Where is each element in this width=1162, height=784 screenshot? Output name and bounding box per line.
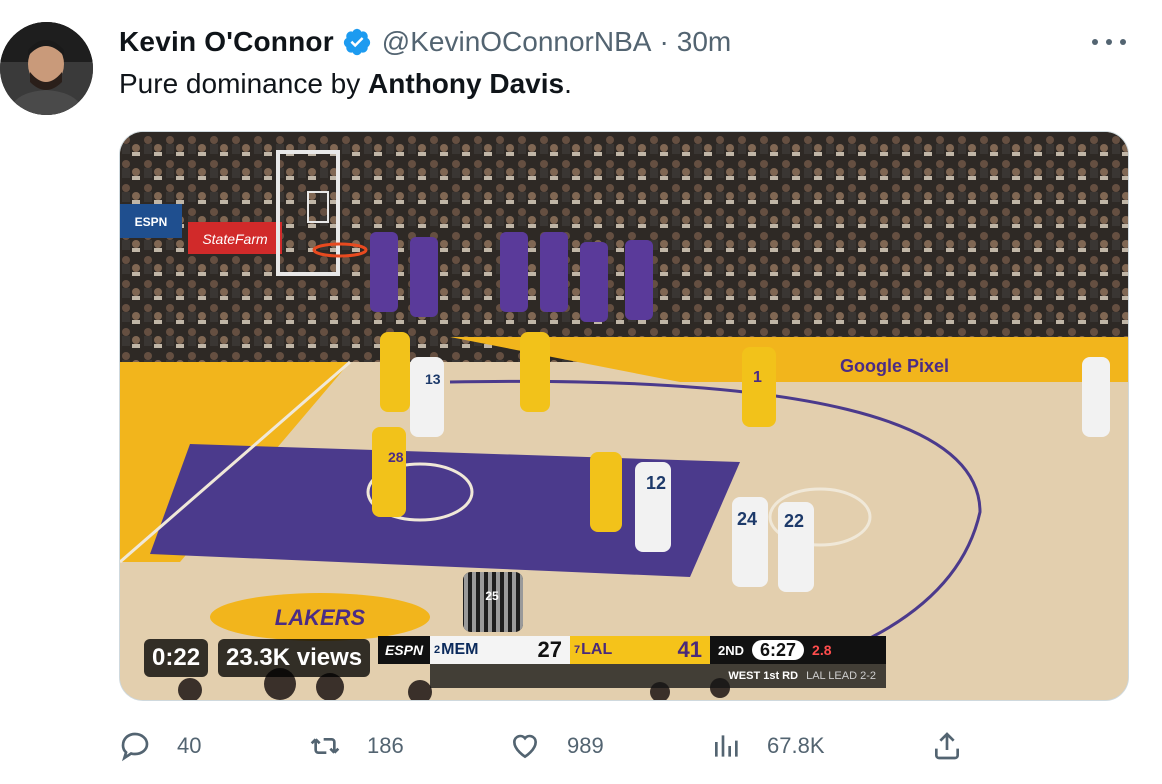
scorebug-home: 7 LAL 41: [570, 636, 710, 664]
avatar[interactable]: [0, 22, 93, 115]
like-button[interactable]: 989: [509, 728, 604, 764]
series-lead: LAL LEAD 2-2: [806, 670, 876, 682]
home-seed: 7: [574, 644, 581, 656]
ref-number: 25: [485, 589, 499, 603]
shot-clock: 2.8: [812, 642, 832, 658]
like-count: 989: [567, 733, 604, 758]
views-count: 67.8K: [767, 733, 825, 758]
jersey-28: 28: [388, 449, 404, 465]
video-duration: 0:22: [144, 639, 209, 677]
jersey-1: 1: [753, 369, 762, 386]
scorebug-clock: 2ND 6:27 2.8: [710, 636, 886, 664]
handle[interactable]: @KevinOConnorNBA: [382, 26, 652, 58]
svg-text:LAKERS: LAKERS: [275, 605, 366, 630]
verified-icon: [342, 27, 372, 57]
share-icon: [935, 732, 959, 760]
scorebug-away: 2 MEM 27: [430, 636, 570, 664]
jersey-24: 24: [737, 509, 757, 529]
jersey-12: 12: [646, 473, 666, 493]
series-round: WEST 1st RD: [728, 670, 799, 682]
game-clock: 6:27: [752, 640, 805, 660]
reply-icon: [121, 732, 149, 762]
scorebug-network: ESPN: [378, 636, 430, 664]
video-views: 23.3K views: [218, 639, 371, 677]
quarter: 2ND: [718, 642, 745, 658]
home-team: LAL: [581, 641, 613, 658]
jersey-22: 22: [784, 511, 804, 531]
away-team: MEM: [441, 641, 479, 658]
tweet-text: Pure dominance by Anthony Davis.: [119, 68, 572, 100]
timestamp[interactable]: 30m: [677, 26, 731, 58]
like-icon: [512, 734, 538, 759]
action-bar: 40 186 989 67.8K: [119, 728, 1129, 764]
video-player[interactable]: ESPN StateFarm Google Pixel LAKERS 28 1 …: [119, 131, 1129, 701]
share-button[interactable]: [931, 728, 963, 764]
video-badges: 0:22 23.3K views: [144, 639, 371, 677]
reply-count: 40: [177, 733, 202, 758]
tweet-text-prefix: Pure dominance by: [119, 68, 369, 99]
scoreboard-sign: ESPN: [135, 215, 168, 229]
tweet-text-suffix: .: [564, 68, 572, 99]
mention-bold: Anthony Davis: [368, 68, 565, 99]
statefarm-sign: StateFarm: [202, 231, 268, 247]
home-score: 41: [677, 637, 702, 662]
display-name[interactable]: Kevin O'Connor: [119, 26, 334, 58]
video-frame: ESPN StateFarm Google Pixel LAKERS 28 1 …: [120, 132, 1128, 700]
baseline-ad: Google Pixel: [840, 356, 949, 376]
retweet-icon: [310, 738, 340, 754]
reply-button[interactable]: 40: [119, 728, 201, 764]
scorebug: ESPN 2 MEM 27 7 LAL 41 2ND 6:27 2.8 WEST…: [378, 636, 886, 688]
retweet-count: 186: [367, 733, 404, 758]
tweet-header: Kevin O'Connor @KevinOConnorNBA · 30m: [119, 24, 731, 60]
views-icon: [715, 735, 738, 757]
scorebug-series: WEST 1st RD LAL LEAD 2-2: [430, 664, 886, 688]
separator: ·: [659, 26, 669, 57]
retweet-button[interactable]: 186: [309, 728, 404, 764]
views-button[interactable]: 67.8K: [711, 728, 825, 764]
tweet: Kevin O'Connor @KevinOConnorNBA · 30m Pu…: [0, 0, 1162, 784]
jersey-13: 13: [425, 371, 441, 387]
away-score: 27: [537, 637, 562, 662]
away-seed: 2: [434, 644, 441, 656]
more-icon[interactable]: [1092, 30, 1126, 54]
avatar-image: [0, 22, 93, 115]
